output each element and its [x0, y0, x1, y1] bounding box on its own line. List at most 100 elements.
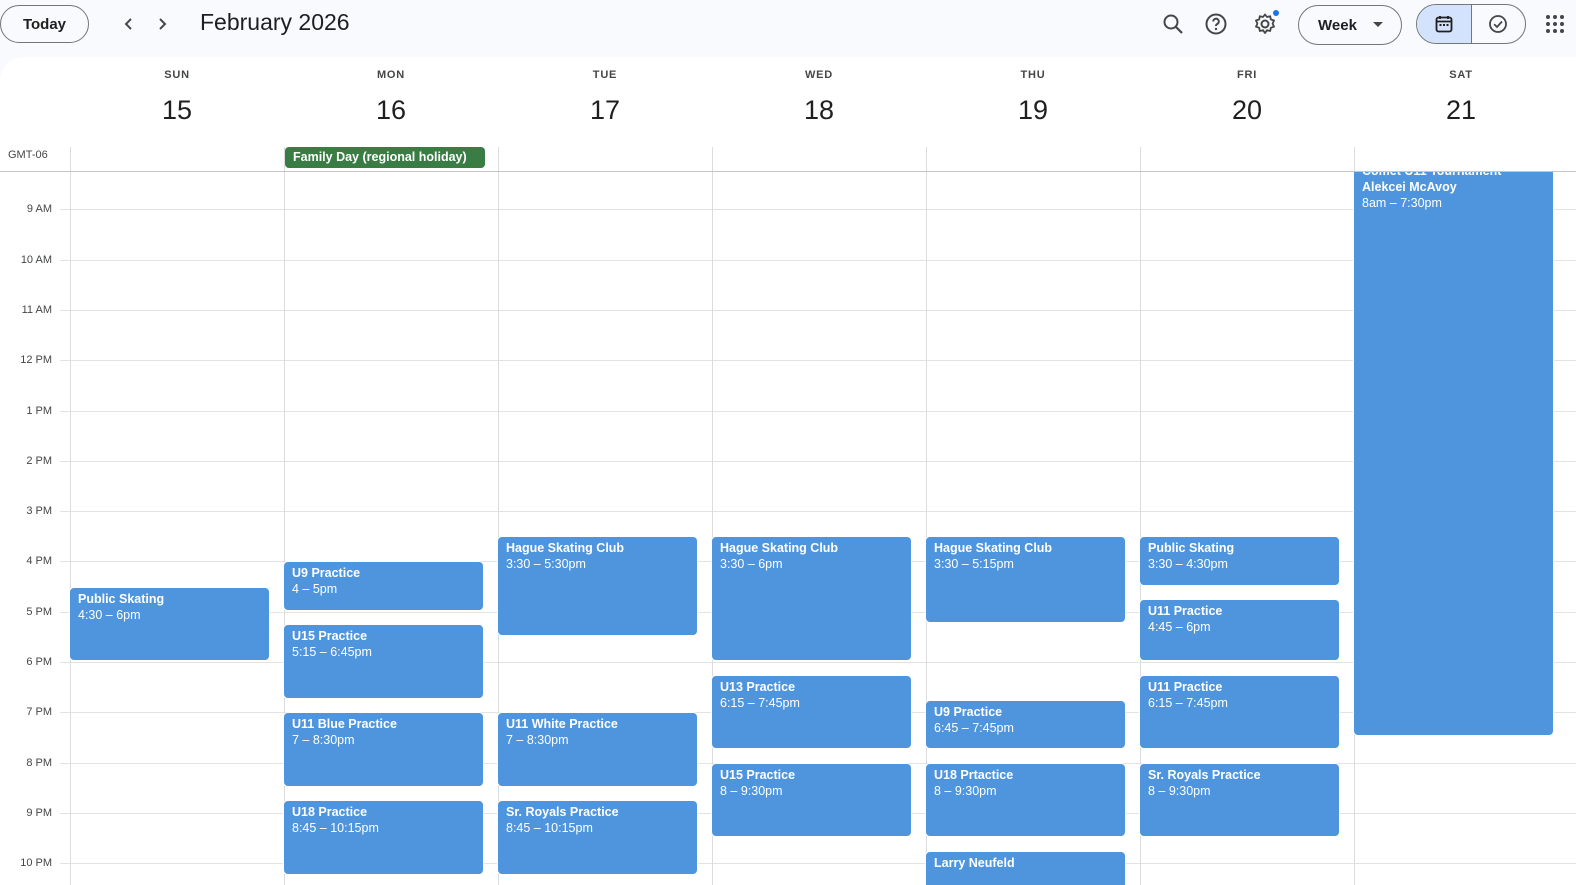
calendar-event[interactable]: Larry Neufeld: [926, 851, 1125, 885]
event-title: Sr. Royals Practice: [506, 805, 619, 820]
day-name: MON: [376, 69, 406, 81]
event-title: U15 Practice: [292, 629, 368, 644]
calendar-event[interactable]: Hague Skating Club 3:30 – 5:15pm: [926, 537, 1125, 623]
calendar-event[interactable]: Public Skating 4:30 – 6pm: [70, 587, 269, 660]
caret-down-icon: [1372, 22, 1383, 27]
calendar-event[interactable]: Sr. Royals Practice 8:45 – 10:15pm: [498, 801, 697, 874]
event-time: 5:15 – 6:45pm: [292, 645, 372, 660]
all-day-separator: [1354, 147, 1355, 172]
event-time: 4 – 5pm: [292, 582, 338, 597]
calendar-event[interactable]: U9 Practice 4 – 5pm: [284, 562, 483, 610]
settings-button[interactable]: [1249, 8, 1281, 40]
calendar-event[interactable]: Public Skating 3:30 – 4:30pm: [1140, 537, 1339, 585]
hour-label: 8 PM: [26, 756, 52, 769]
calendar-event[interactable]: Hague Skating Club 3:30 – 5:30pm: [498, 537, 697, 635]
calendar-icon: [1435, 16, 1453, 33]
event-time: 6:15 – 7:45pm: [720, 695, 800, 710]
event-title: U9 Practice: [292, 566, 361, 581]
chevron-left-icon: [124, 18, 132, 30]
help-icon: [1205, 13, 1227, 35]
hour-label: 9 AM: [26, 203, 52, 216]
day-name: THU: [1020, 69, 1046, 81]
event-title: U18 Prtactice: [934, 767, 1014, 782]
hour-label: 11 AM: [21, 303, 52, 316]
day-column-divider: [70, 172, 71, 885]
event-time: 3:30 – 4:30pm: [1148, 557, 1228, 572]
event-title: Public Skating: [78, 591, 165, 606]
calendar-event[interactable]: U18 Prtactice 8 – 9:30pm: [926, 763, 1125, 837]
notification-dot: [1273, 10, 1279, 16]
day-name: SUN: [164, 69, 190, 81]
day-number[interactable]: 19: [926, 95, 1140, 126]
calendar-event[interactable]: U11 Practice 6:15 – 7:45pm: [1140, 675, 1339, 748]
event-time: 7 – 8:30pm: [506, 733, 569, 748]
google-apps-button[interactable]: [1545, 14, 1565, 34]
tasks-view-toggle[interactable]: [1472, 5, 1526, 43]
top-bar: Today February 2026 Week: [0, 0, 1576, 56]
hour-label: 5 PM: [26, 605, 52, 618]
event-title: U11 White Practice: [506, 717, 618, 732]
time-grid[interactable]: 8 AM9 AM10 AM11 AM12 PM1 PM2 PM3 PM4 PM5…: [0, 172, 1576, 885]
calendar-event[interactable]: U11 White Practice 7 – 8:30pm: [498, 713, 697, 786]
calendar-event[interactable]: U9 Practice 6:45 – 7:45pm: [926, 700, 1125, 749]
event-time: 8:45 – 10:15pm: [292, 821, 379, 836]
all-day-separator: [498, 147, 499, 172]
day-number[interactable]: 21: [1354, 95, 1568, 126]
hour-gridline: [60, 410, 1576, 412]
hour-label: 1 PM: [26, 404, 52, 417]
event-time: 8 – 9:30pm: [934, 783, 997, 798]
view-selector[interactable]: Week: [1298, 5, 1402, 45]
hour-gridline: [60, 259, 1576, 261]
event-time: 8am – 7:30pm: [1362, 196, 1442, 210]
calendar-event[interactable]: U11 Practice 4:45 – 6pm: [1140, 600, 1339, 660]
event-title: U11 Blue Practice: [292, 717, 397, 732]
event-title: U11 Practice: [1148, 604, 1223, 619]
event-time: 7 – 8:30pm: [292, 733, 355, 748]
search-button[interactable]: [1157, 8, 1189, 40]
previous-week-button[interactable]: [115, 10, 143, 38]
all-day-separator: [70, 147, 71, 172]
event-title: Sr. Royals Practice: [1148, 767, 1261, 782]
gear-icon: [1255, 13, 1275, 34]
hour-gridline: [60, 460, 1576, 462]
app-switcher: [1416, 4, 1526, 44]
calendar-event[interactable]: U13 Practice 6:15 – 7:45pm: [712, 675, 911, 748]
support-button[interactable]: [1200, 8, 1232, 40]
calendar-event[interactable]: Sr. Royals Practice 8 – 9:30pm: [1140, 763, 1339, 837]
hour-gridline: [60, 209, 1576, 211]
chevron-right-icon: [159, 18, 167, 30]
event-time: 3:30 – 5:30pm: [506, 557, 586, 572]
hour-label: 6 PM: [26, 656, 52, 668]
hour-label: 7 PM: [26, 706, 52, 719]
apps-grid-icon: [1546, 15, 1564, 33]
event-time: 6:15 – 7:45pm: [1148, 695, 1228, 710]
calendar-event[interactable]: U11 Blue Practice 7 – 8:30pm: [284, 713, 483, 786]
day-number[interactable]: 15: [70, 95, 284, 126]
day-name: FRI: [1236, 69, 1258, 81]
event-time: 6:45 – 7:45pm: [934, 720, 1014, 735]
day-number[interactable]: 16: [284, 95, 498, 126]
all-day-event[interactable]: Family Day (regional holiday): [285, 147, 485, 168]
day-number[interactable]: 20: [1140, 95, 1354, 126]
calendar-event[interactable]: U15 Practice 8 – 9:30pm: [712, 763, 911, 837]
calendar-event[interactable]: U18 Practice 8:45 – 10:15pm: [284, 801, 483, 874]
event-time: 4:30 – 6pm: [78, 607, 141, 622]
next-week-button[interactable]: [148, 10, 176, 38]
view-selector-label: Week: [1318, 16, 1357, 34]
day-number[interactable]: 17: [498, 95, 712, 126]
calendar-panel: SUN 15 MON 16 TUE 17 WED 18 THU 19 FRI 20 SAT 21 GMT-…: [0, 57, 1576, 885]
event-title: U18 Practice: [292, 805, 368, 820]
hour-label: 10 AM: [20, 253, 52, 266]
all-day-separator: [712, 147, 713, 172]
calendar-event[interactable]: Hague Skating Club 3:30 – 6pm: [712, 537, 911, 660]
calendar-view-toggle[interactable]: [1417, 5, 1472, 43]
calendar-event[interactable]: U15 Practice 5:15 – 6:45pm: [284, 625, 483, 698]
search-icon: [1163, 14, 1183, 34]
hour-gridline: [60, 360, 1576, 362]
event-title: Public Skating: [1148, 541, 1235, 556]
calendar-event[interactable]: Comet U11 Tournament Alekcei McAvoy 8am –…: [1354, 172, 1553, 736]
all-day-separator: [926, 147, 927, 172]
hour-gridline: [60, 309, 1576, 311]
day-number[interactable]: 18: [712, 95, 926, 126]
today-button[interactable]: Today: [0, 5, 89, 43]
